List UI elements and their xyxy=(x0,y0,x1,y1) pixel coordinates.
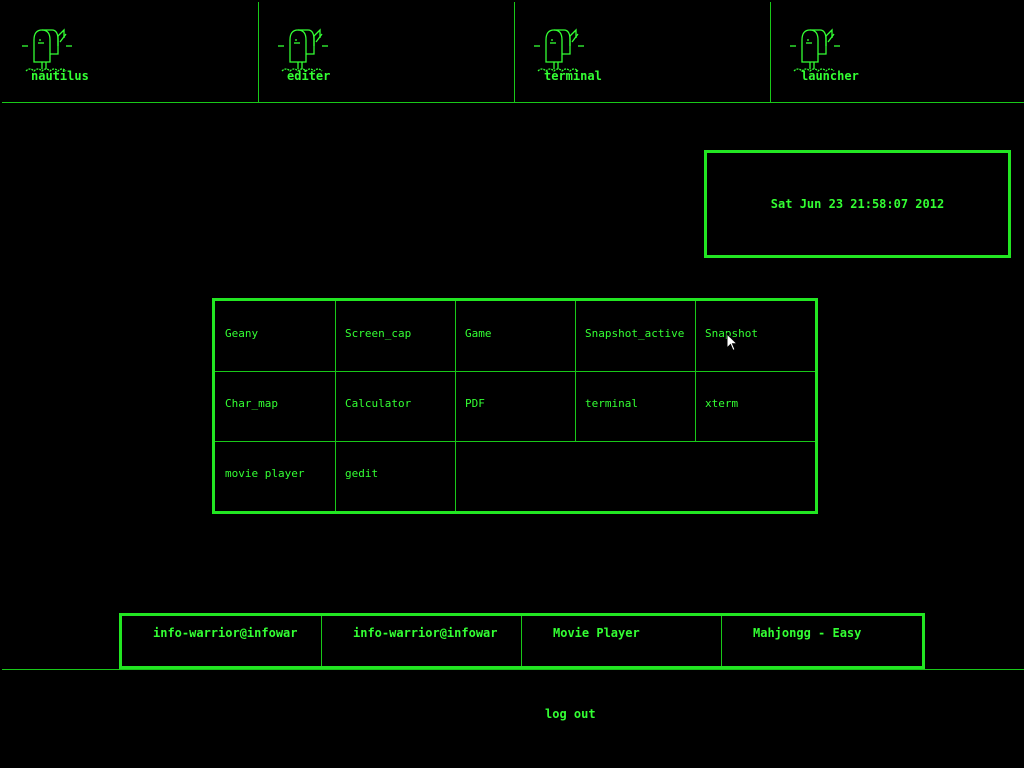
task-label: Mahjongg - Easy xyxy=(753,626,862,640)
app-terminal[interactable]: terminal xyxy=(575,371,695,441)
app-game[interactable]: Game xyxy=(455,301,575,371)
task-label: Movie Player xyxy=(553,626,640,640)
task-mahjongg[interactable]: Mahjongg - Easy xyxy=(722,616,922,666)
mailbox-icon xyxy=(278,28,328,72)
app-grid: Geany Screen_cap Game Snapshot_active Sn… xyxy=(212,298,818,514)
clock-text: Sat Jun 23 21:58:07 2012 xyxy=(770,197,945,211)
app-geany[interactable]: Geany xyxy=(215,301,335,371)
app-label: terminal xyxy=(585,397,638,410)
app-label: Screen_cap xyxy=(345,327,412,340)
launcher-label: nautilus xyxy=(31,69,89,83)
app-label: Char_map xyxy=(225,397,278,410)
launcher-bar: nautilus editer terminal launcher xyxy=(2,2,1024,103)
app-label: xterm xyxy=(705,397,739,410)
app-calculator[interactable]: Calculator xyxy=(335,371,455,441)
app-pdf[interactable]: PDF xyxy=(455,371,575,441)
mailbox-icon xyxy=(22,28,72,72)
task-label: info-warrior@infowar xyxy=(353,626,498,640)
app-label: movie player xyxy=(225,467,305,480)
taskbar: info-warrior@infowar info-warrior@infowa… xyxy=(119,613,925,669)
launcher-item-launcher[interactable]: launcher xyxy=(770,2,1024,102)
task-info-warrior-1[interactable]: info-warrior@infowar xyxy=(122,616,322,666)
launcher-label: launcher xyxy=(801,69,859,83)
app-snapshot-active[interactable]: Snapshot_active xyxy=(575,301,695,371)
divider xyxy=(2,669,1024,670)
logout-button[interactable]: log out xyxy=(545,707,596,721)
mouse-pointer-icon xyxy=(726,333,738,352)
launcher-label: terminal xyxy=(544,69,602,83)
app-label: Calculator xyxy=(345,397,412,410)
app-movie-player[interactable]: movie player xyxy=(215,441,335,511)
launcher-item-nautilus[interactable]: nautilus xyxy=(2,2,259,102)
app-label: Geany xyxy=(225,327,259,340)
app-gedit[interactable]: gedit xyxy=(335,441,455,511)
app-label: Game xyxy=(465,327,492,340)
app-xterm[interactable]: xterm xyxy=(695,371,815,441)
task-label: info-warrior@infowar xyxy=(153,626,298,640)
task-info-warrior-2[interactable]: info-warrior@infowar xyxy=(322,616,522,666)
launcher-item-editer[interactable]: editer xyxy=(258,2,515,102)
task-movie-player[interactable]: Movie Player xyxy=(522,616,722,666)
app-char-map[interactable]: Char_map xyxy=(215,371,335,441)
mailbox-icon xyxy=(790,28,840,72)
app-label: Snapshot_active xyxy=(585,327,685,340)
mailbox-icon xyxy=(534,28,584,72)
clock-panel: Sat Jun 23 21:58:07 2012 xyxy=(704,150,1011,258)
app-screen-cap[interactable]: Screen_cap xyxy=(335,301,455,371)
launcher-label: editer xyxy=(287,69,331,83)
app-label: PDF xyxy=(465,397,485,410)
app-label: gedit xyxy=(345,467,379,480)
launcher-item-terminal[interactable]: terminal xyxy=(514,2,771,102)
app-snapshot[interactable]: Snapshot xyxy=(695,301,815,371)
